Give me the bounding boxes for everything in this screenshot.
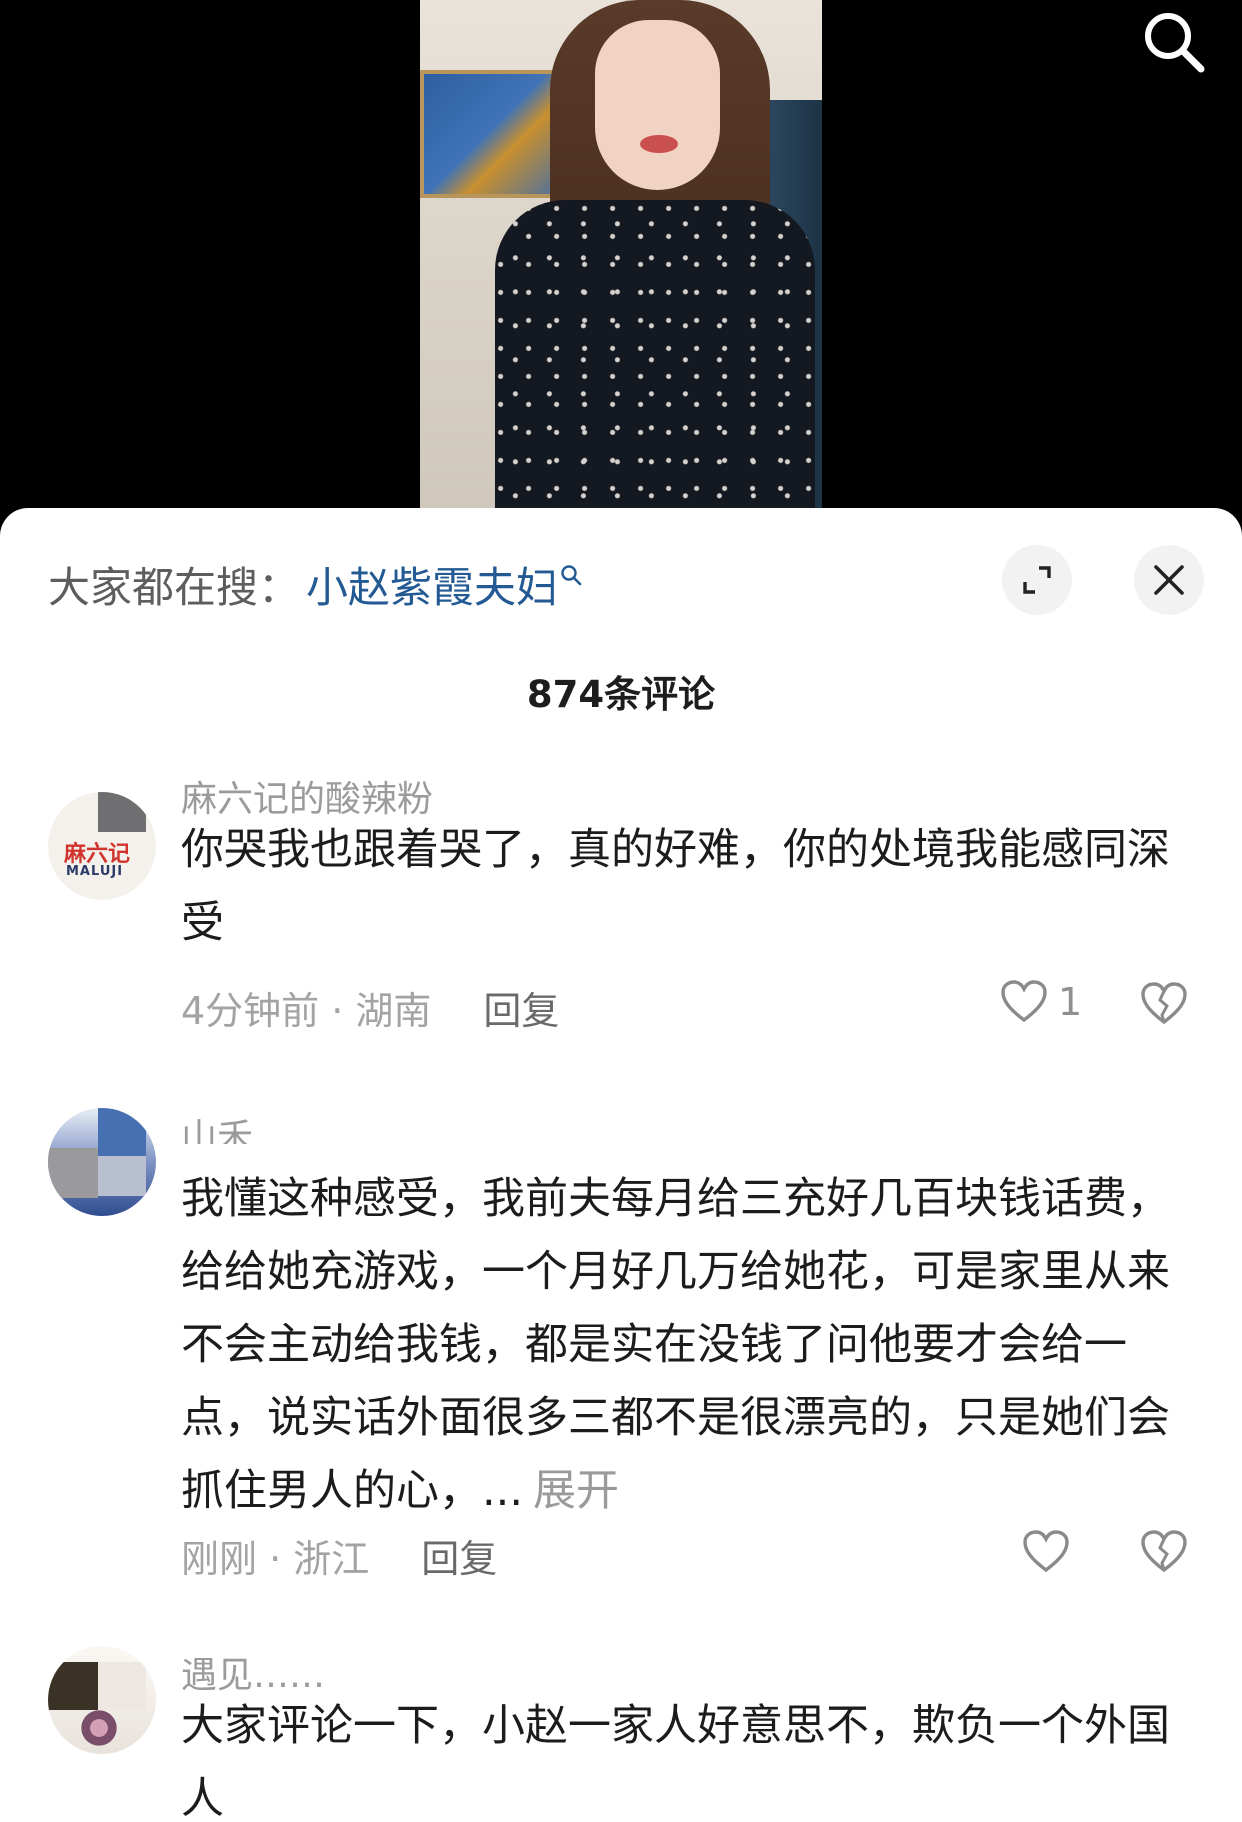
comment-time-location: 4分钟前 · 湖南 <box>181 989 432 1033</box>
person-face <box>595 20 720 190</box>
avatar-flower <box>76 1710 122 1746</box>
avatar-mask <box>98 792 146 832</box>
magnifier-small-icon <box>561 565 582 586</box>
avatar-mask <box>98 1108 146 1156</box>
heart-icon <box>1001 980 1047 1023</box>
comment-meta: 4分钟前 · 湖南 回复 <box>181 980 559 1035</box>
search-button[interactable] <box>1136 4 1212 80</box>
search-suggestion-prefix: 大家都在搜： <box>48 563 301 612</box>
avatar-mask <box>98 1662 146 1710</box>
dislike-button[interactable] <box>1140 982 1188 1030</box>
like-count: 1 <box>1058 980 1083 1024</box>
person-dress <box>495 200 815 520</box>
expand-icon <box>1023 566 1051 594</box>
like-button[interactable] <box>1022 1530 1070 1574</box>
person-lips <box>640 135 678 153</box>
reply-button[interactable]: 回复 <box>483 980 559 1035</box>
avatar[interactable]: 麻六记 MALUJI <box>48 792 156 900</box>
comment-username[interactable]: 山禾 <box>181 1108 253 1144</box>
video-frame[interactable] <box>420 0 822 520</box>
expand-comment-link[interactable]: 展开 <box>533 1466 619 1516</box>
heart-icon <box>1023 1530 1069 1573</box>
close-button[interactable] <box>1134 545 1204 615</box>
comment-meta: 刚刚 · 浙江 回复 <box>181 1528 497 1583</box>
avatar-mask <box>48 1662 98 1710</box>
broken-heart-icon <box>1141 982 1187 1025</box>
avatar-mask <box>48 1148 98 1198</box>
search-suggestion[interactable]: 大家都在搜： 小赵紫霞夫妇 <box>48 554 582 615</box>
avatar-mask <box>98 1156 146 1196</box>
expand-button[interactable] <box>1002 545 1072 615</box>
comment-text-body: 我懂这种感受，我前夫每月给三充好几百块钱话费，给给她充游戏，一个月好几万给她花，… <box>181 1174 1170 1516</box>
video-player[interactable] <box>0 0 1242 520</box>
avatar[interactable] <box>48 1108 156 1216</box>
comment-time-location: 刚刚 · 浙江 <box>181 1537 370 1581</box>
search-icon <box>1145 13 1205 73</box>
broken-heart-icon <box>1141 1530 1187 1573</box>
like-button[interactable]: 1 <box>1000 980 1082 1024</box>
comment-count: 874条评论 <box>526 673 716 716</box>
comment-text[interactable]: 你哭我也跟着哭了，真的好难，你的处境我能感同深受 <box>181 814 1181 960</box>
comment-text[interactable]: 我懂这种感受，我前夫每月给三充好几百块钱话费，给给她充游戏，一个月好几万给她花，… <box>181 1163 1181 1528</box>
dislike-button[interactable] <box>1140 1530 1188 1578</box>
avatar-logo-subtext: MALUJI <box>66 864 124 879</box>
search-suggestion-term[interactable]: 小赵紫霞夫妇 <box>306 554 558 615</box>
comment-text[interactable]: 大家评论一下，小赵一家人好意思不，欺负一个外国人 <box>181 1690 1181 1822</box>
reply-button[interactable]: 回复 <box>421 1528 497 1583</box>
avatar[interactable] <box>48 1646 156 1754</box>
comment-sheet: 大家都在搜： 小赵紫霞夫妇 874条评论 麻六记 MALUJI 麻六记的酸辣粉 … <box>0 508 1242 1822</box>
close-icon <box>1154 565 1184 595</box>
